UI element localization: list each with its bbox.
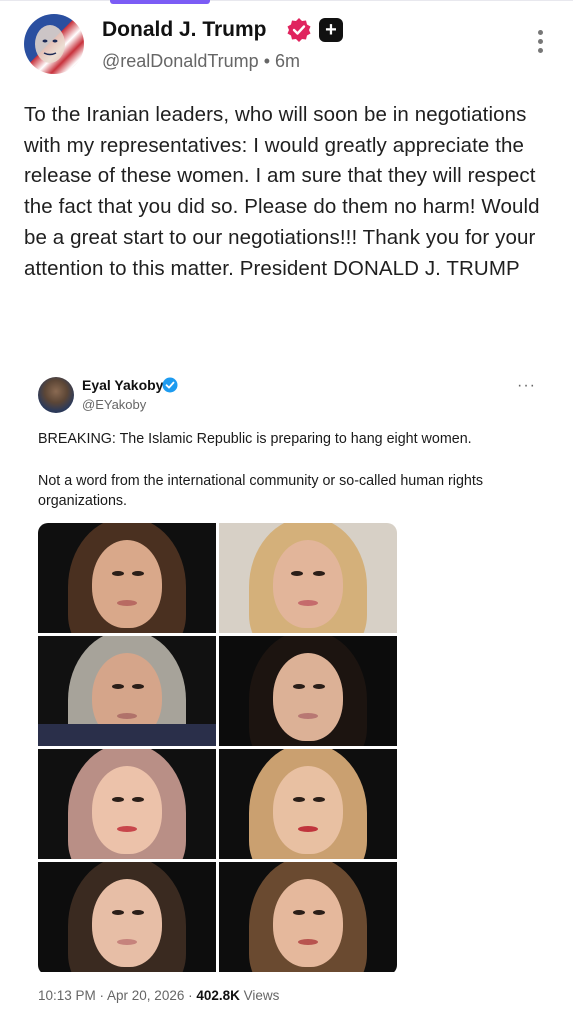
photo[interactable] — [38, 523, 216, 633]
photo[interactable] — [38, 749, 216, 859]
active-tab-indicator — [110, 0, 210, 4]
more-vertical-icon[interactable] — [534, 30, 546, 60]
quoted-author-avatar[interactable] — [38, 377, 74, 413]
handle-text[interactable]: @realDonaldTrump — [102, 51, 259, 71]
photo[interactable] — [219, 862, 397, 972]
quoted-paragraph: Not a word from the international commun… — [38, 473, 483, 509]
photo[interactable] — [219, 749, 397, 859]
author-name[interactable]: Donald J. Trump — [102, 18, 267, 42]
photo[interactable] — [38, 862, 216, 972]
author-avatar[interactable] — [24, 14, 84, 74]
post-time: 6m — [275, 51, 301, 71]
author-handle: @realDonaldTrump • 6m — [102, 51, 300, 72]
photo[interactable] — [38, 636, 216, 746]
quoted-post-meta: 10:13 PM · Apr 20, 2026 · 402.8K Views — [38, 988, 279, 1003]
separator: • — [263, 51, 270, 71]
avatar-face-art — [35, 25, 65, 63]
post-timestamp[interactable]: 10:13 PM · Apr 20, 2026 · — [38, 988, 196, 1003]
quoted-post[interactable]: Eyal Yakoby @EYakoby ··· BREAKING: The I… — [28, 363, 548, 1018]
quoted-author-name[interactable]: Eyal Yakoby — [82, 377, 163, 393]
views-count: 402.8K — [196, 988, 240, 1003]
quoted-author-handle[interactable]: @EYakoby — [82, 397, 146, 412]
top-divider — [0, 0, 573, 1]
quoted-paragraph: BREAKING: The Islamic Republic is prepar… — [38, 431, 472, 447]
photo[interactable] — [219, 523, 397, 633]
post-body-text: To the Iranian leaders, who will soon be… — [24, 103, 540, 280]
photo-grid[interactable] — [38, 523, 397, 975]
photo[interactable] — [219, 636, 397, 746]
verified-badge-icon — [162, 377, 178, 393]
views-label: Views — [239, 988, 280, 1003]
post-header: Donald J. Trump + @realDonaldTrump • 6m — [24, 14, 554, 76]
verified-badge-icon — [287, 18, 311, 42]
quoted-post-text: BREAKING: The Islamic Republic is prepar… — [38, 429, 538, 533]
plus-icon: + — [319, 18, 343, 42]
more-horizontal-icon[interactable]: ··· — [517, 377, 536, 395]
